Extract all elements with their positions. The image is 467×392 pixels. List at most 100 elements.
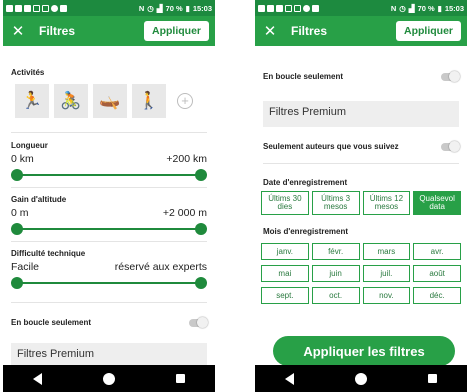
slider-min-thumb[interactable]	[11, 169, 23, 181]
length-title: Longueur	[11, 141, 48, 150]
slider-track	[17, 282, 201, 284]
close-icon[interactable]: ✕	[9, 24, 27, 39]
battery-level: 70 %	[417, 3, 435, 13]
mail-icon	[42, 4, 49, 12]
app-notification-icon	[24, 4, 31, 12]
close-icon[interactable]: ✕	[261, 24, 279, 39]
activity-cycling-button[interactable]: 🚴	[54, 84, 88, 118]
app-bar: ✕ Filtres Appliquer	[255, 16, 467, 46]
add-activity-icon[interactable]: +	[177, 93, 193, 109]
divider	[11, 241, 207, 242]
month-oct[interactable]: oct.	[311, 287, 360, 304]
signal-icon: ▟	[408, 3, 415, 13]
app-notification-icon	[258, 4, 265, 12]
difficulty-max-label: réservé aux experts	[114, 261, 207, 273]
notification-icons	[6, 4, 67, 12]
difficulty-slider[interactable]	[11, 277, 207, 289]
home-icon[interactable]	[102, 372, 115, 385]
app-notification-icon	[267, 4, 274, 12]
sim-icon	[33, 4, 40, 12]
system-nav-bar	[255, 365, 467, 392]
running-icon: 🏃	[21, 91, 43, 110]
alarm-icon: ◷	[399, 3, 406, 13]
activity-kayak-button[interactable]: 🛶	[93, 84, 127, 118]
back-icon[interactable]	[33, 372, 43, 385]
toggle-knob	[197, 316, 208, 328]
slider-max-thumb[interactable]	[195, 169, 207, 181]
toggle-knob	[449, 70, 460, 82]
clock: 15:03	[444, 3, 464, 13]
battery-icon: ▮	[185, 3, 190, 13]
apply-button[interactable]: Appliquer	[144, 21, 209, 41]
recent-apps-icon[interactable]	[175, 374, 185, 383]
date-option-any[interactable]: Qualsevol data	[413, 191, 461, 215]
mail-icon	[294, 4, 301, 12]
hiking-icon: 🚶	[138, 91, 160, 110]
loop-only-toggle[interactable]	[189, 316, 208, 328]
activity-running-button[interactable]: 🏃	[15, 84, 49, 118]
month-jun[interactable]: juin	[311, 265, 360, 282]
recent-apps-icon[interactable]	[427, 374, 437, 383]
month-feb[interactable]: févr.	[311, 243, 360, 260]
difficulty-filter: Difficulté technique Facile réservé aux …	[11, 249, 207, 289]
slider-min-thumb[interactable]	[11, 223, 23, 235]
home-icon[interactable]	[354, 372, 367, 385]
month-apr[interactable]: avr.	[413, 243, 461, 260]
followed-authors-toggle[interactable]	[441, 140, 460, 152]
month-may[interactable]: mai	[261, 265, 309, 282]
back-icon[interactable]	[285, 372, 295, 385]
apply-filters-button[interactable]: Appliquer les filtres	[273, 336, 455, 366]
slider-max-thumb[interactable]	[195, 277, 207, 289]
elevation-slider[interactable]	[11, 223, 207, 235]
cycling-icon: 🚴	[60, 91, 82, 110]
app-notification-icon	[6, 4, 13, 12]
recording-month-title: Mois d'enregistrement	[263, 227, 349, 236]
signal-icon: ▟	[156, 3, 163, 13]
apply-button[interactable]: Appliquer	[396, 21, 461, 41]
date-option-12-months[interactable]: Últims 12 mesos	[362, 191, 411, 215]
kayak-icon: 🛶	[99, 91, 121, 110]
divider	[11, 132, 207, 133]
date-option-3-months[interactable]: Últims 3 mesos	[311, 191, 360, 215]
activity-hiking-button[interactable]: 🚶	[132, 84, 166, 118]
divider	[11, 187, 207, 188]
app-notification-icon	[15, 4, 22, 12]
month-sep[interactable]: sept.	[261, 287, 309, 304]
date-option-30-days[interactable]: Últims 30 dies	[261, 191, 309, 215]
slider-track	[17, 174, 201, 176]
loop-only-toggle[interactable]	[441, 70, 460, 82]
month-dec[interactable]: déc.	[413, 287, 461, 304]
premium-filters-header: Filtres Premium	[263, 101, 459, 127]
month-aug[interactable]: août	[413, 265, 461, 282]
activities-title: Activités	[11, 68, 45, 77]
month-grid: janv. févr. mars avr. mai juin juil. aoû…	[261, 243, 461, 304]
followed-authors-row: Seulement auteurs que vous suivez	[263, 140, 460, 152]
length-slider[interactable]	[11, 169, 207, 181]
length-max-label: +200 km	[166, 153, 207, 165]
slider-track	[17, 228, 201, 230]
slider-max-thumb[interactable]	[195, 223, 207, 235]
recording-date-options: Últims 30 dies Últims 3 mesos Últims 12 …	[261, 191, 461, 215]
alarm-icon: ◷	[147, 3, 154, 13]
activity-selector: 🏃 🚴 🛶 🚶 +	[15, 84, 193, 118]
loop-only-label: En boucle seulement	[263, 72, 344, 81]
status-bar: N ◷ ▟ 70 % ▮ 15:03	[255, 0, 467, 16]
app-notification-icon	[276, 4, 283, 12]
sim-icon	[285, 4, 292, 12]
month-mar[interactable]: mars	[362, 243, 411, 260]
filters-screen-top: N ◷ ▟ 70 % ▮ 15:03 ✕ Filtres Appliquer A…	[3, 0, 215, 392]
page-title: Filtres	[39, 24, 76, 38]
status-bar: N ◷ ▟ 70 % ▮ 15:03	[3, 0, 215, 16]
month-nov[interactable]: nov.	[362, 287, 411, 304]
slider-min-thumb[interactable]	[11, 277, 23, 289]
difficulty-title: Difficulté technique	[11, 249, 86, 258]
length-filter: Longueur 0 km +200 km	[11, 141, 207, 181]
loop-only-label: En boucle seulement	[11, 318, 92, 327]
nfc-icon: N	[390, 3, 397, 13]
month-jul[interactable]: juil.	[362, 265, 411, 282]
battery-icon: ▮	[437, 3, 442, 13]
divider	[11, 302, 207, 303]
month-jan[interactable]: janv.	[261, 243, 309, 260]
filters-screen-bottom: N ◷ ▟ 70 % ▮ 15:03 ✕ Filtres Appliquer E…	[255, 0, 467, 392]
clock: 15:03	[192, 3, 212, 13]
